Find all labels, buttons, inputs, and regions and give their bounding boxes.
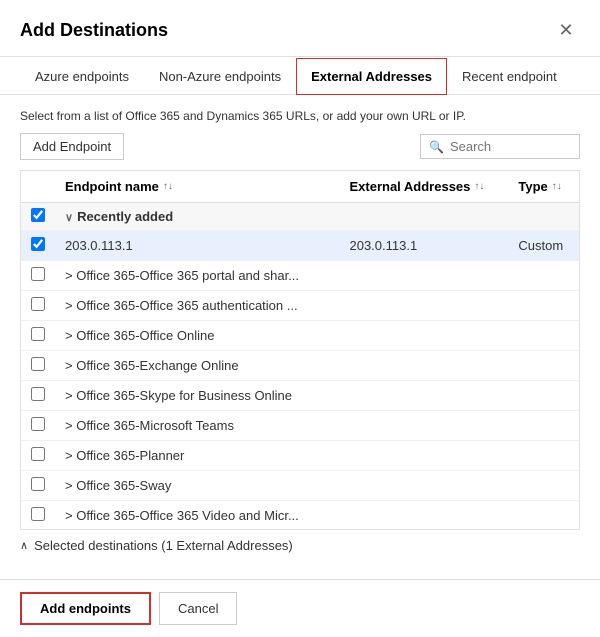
sort-name-icon: ↑↓ (163, 181, 173, 192)
tabs-bar: Azure endpoints Non-Azure endpoints Exte… (0, 57, 600, 95)
table-row[interactable]: > Office 365-Office Online (21, 321, 579, 351)
row-addresses (339, 501, 508, 531)
cancel-button[interactable]: Cancel (159, 592, 237, 625)
row-type (508, 501, 579, 531)
row-type (508, 291, 579, 321)
row-endpoint-name: > Office 365-Office Online (55, 321, 339, 351)
row-addresses (339, 291, 508, 321)
row-endpoint-name: > Office 365-Exchange Online (55, 351, 339, 381)
selected-destinations-label: Selected destinations (1 External Addres… (34, 538, 293, 553)
search-box: 🔍 (420, 134, 580, 159)
row-checkbox[interactable] (31, 357, 45, 371)
table-row[interactable]: > Office 365-Office 365 portal and shar.… (21, 261, 579, 291)
table-row[interactable]: > Office 365-Skype for Business Online (21, 381, 579, 411)
header-type[interactable]: Type ↑↓ (508, 171, 579, 203)
row-checkbox[interactable] (31, 387, 45, 401)
row-endpoint-name: > Office 365-Microsoft Teams (55, 411, 339, 441)
search-input[interactable] (450, 139, 571, 154)
endpoints-table-container[interactable]: Endpoint name ↑↓ External Addresses ↑↓ (20, 170, 580, 530)
row-endpoint-name: > Office 365-Office 365 authentication .… (55, 291, 339, 321)
row-type: Custom (508, 231, 579, 261)
dialog-header: Add Destinations ✕ (0, 0, 600, 57)
row-endpoint-name: > Office 365-Planner (55, 441, 339, 471)
row-checkbox[interactable] (31, 297, 45, 311)
row-addresses (339, 261, 508, 291)
row-endpoint-name: > Office 365-Office 365 portal and shar.… (55, 261, 339, 291)
sort-type-icon: ↑↓ (552, 181, 562, 192)
collapse-icon: ∨ (65, 212, 73, 224)
table-header-row: Endpoint name ↑↓ External Addresses ↑↓ (21, 171, 579, 203)
row-checkbox[interactable] (31, 507, 45, 521)
row-addresses (339, 381, 508, 411)
table-row[interactable]: > Office 365-Planner (21, 441, 579, 471)
endpoints-table: Endpoint name ↑↓ External Addresses ↑↓ (21, 171, 579, 530)
row-addresses (339, 321, 508, 351)
row-checkbox[interactable] (31, 417, 45, 431)
add-destinations-dialog: Add Destinations ✕ Azure endpoints Non-A… (0, 0, 600, 637)
toolbar: Add Endpoint 🔍 (20, 133, 580, 160)
dialog-body: Select from a list of Office 365 and Dyn… (0, 95, 600, 579)
search-icon: 🔍 (429, 140, 444, 154)
description-text: Select from a list of Office 365 and Dyn… (20, 109, 580, 123)
selected-destinations-bar[interactable]: ∧ Selected destinations (1 External Addr… (20, 530, 580, 565)
row-checkbox[interactable] (31, 477, 45, 491)
row-type (508, 321, 579, 351)
group-checkbox[interactable] (31, 208, 45, 222)
row-endpoint-name: 203.0.113.1 (55, 231, 339, 261)
add-endpoint-button[interactable]: Add Endpoint (20, 133, 124, 160)
table-row[interactable]: > Office 365-Exchange Online (21, 351, 579, 381)
table-row[interactable]: > Office 365-Office 365 Video and Micr..… (21, 501, 579, 531)
row-type (508, 411, 579, 441)
row-addresses (339, 471, 508, 501)
table-row[interactable]: 203.0.113.1 203.0.113.1 Custom (21, 231, 579, 261)
row-endpoint-name: > Office 365-Skype for Business Online (55, 381, 339, 411)
add-endpoints-button[interactable]: Add endpoints (20, 592, 151, 625)
row-checkbox[interactable] (31, 327, 45, 341)
row-type (508, 441, 579, 471)
row-addresses (339, 351, 508, 381)
tab-external[interactable]: External Addresses (296, 58, 447, 95)
row-type (508, 471, 579, 501)
row-type (508, 351, 579, 381)
dialog-title: Add Destinations (20, 20, 168, 41)
header-external-addresses[interactable]: External Addresses ↑↓ (339, 171, 508, 203)
close-button[interactable]: ✕ (552, 16, 580, 44)
dialog-footer: Add endpoints Cancel (0, 579, 600, 637)
row-checkbox[interactable] (31, 267, 45, 281)
table-row[interactable]: > Office 365-Office 365 authentication .… (21, 291, 579, 321)
tab-recent[interactable]: Recent endpoint (447, 58, 572, 95)
row-addresses (339, 411, 508, 441)
tab-azure[interactable]: Azure endpoints (20, 58, 144, 95)
row-addresses: 203.0.113.1 (339, 231, 508, 261)
row-checkbox[interactable] (31, 447, 45, 461)
table-row[interactable]: > Office 365-Microsoft Teams (21, 411, 579, 441)
row-type (508, 381, 579, 411)
header-endpoint-name[interactable]: Endpoint name ↑↓ (55, 171, 339, 203)
expand-selected-icon: ∧ (20, 539, 28, 552)
header-checkbox-col (21, 171, 55, 203)
row-addresses (339, 441, 508, 471)
tab-non-azure[interactable]: Non-Azure endpoints (144, 58, 296, 95)
row-checkbox[interactable] (31, 237, 45, 251)
table-row[interactable]: > Office 365-Sway (21, 471, 579, 501)
row-endpoint-name: > Office 365-Office 365 Video and Micr..… (55, 501, 339, 531)
sort-addr-icon: ↑↓ (474, 181, 484, 192)
group-recently-added: ∨Recently added (21, 203, 579, 231)
row-type (508, 261, 579, 291)
row-endpoint-name: > Office 365-Sway (55, 471, 339, 501)
